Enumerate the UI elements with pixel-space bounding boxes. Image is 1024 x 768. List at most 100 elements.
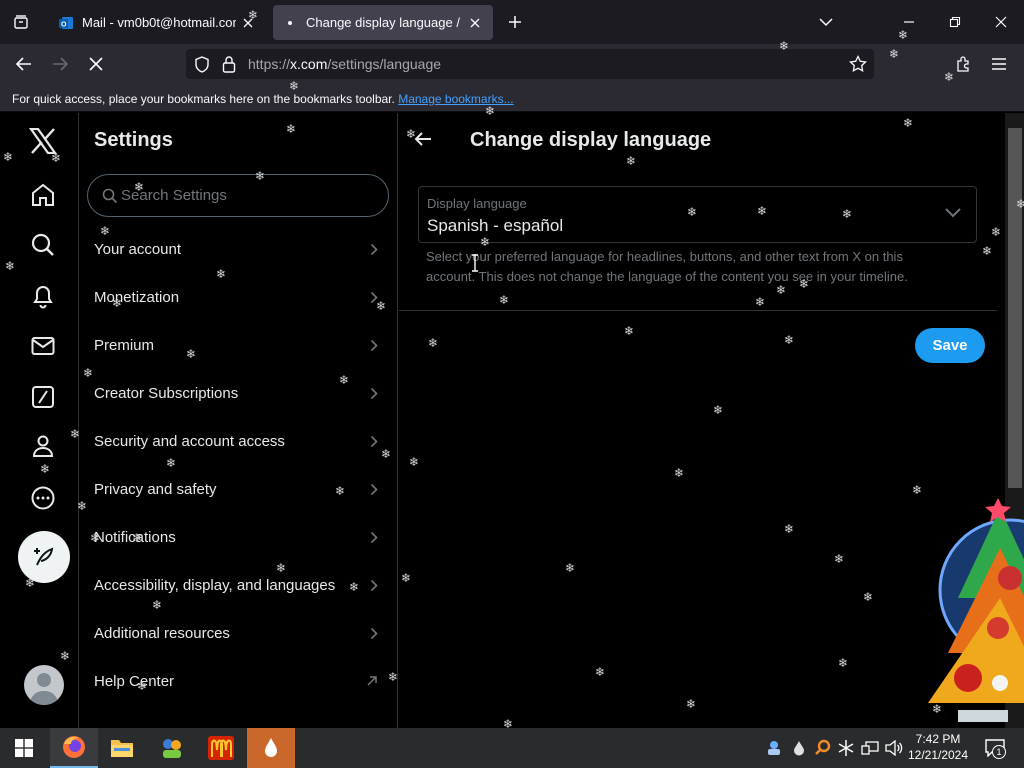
search-icon[interactable] bbox=[26, 228, 60, 262]
chevron-right-icon bbox=[370, 579, 378, 591]
droplet-tray-icon[interactable] bbox=[789, 738, 809, 758]
settings-item-additional-resources[interactable]: Additional resources bbox=[80, 609, 398, 657]
volume-icon[interactable] bbox=[884, 738, 904, 758]
puzzle-icon bbox=[957, 56, 969, 72]
chevron-right-icon bbox=[370, 627, 378, 639]
bell-icon[interactable] bbox=[26, 279, 60, 313]
mail-icon[interactable] bbox=[26, 329, 60, 363]
chevron-down-icon bbox=[945, 208, 961, 218]
close-window-button[interactable] bbox=[978, 0, 1024, 44]
star-icon bbox=[849, 55, 867, 73]
people-app-icon bbox=[163, 739, 181, 758]
settings-item-label: Security and account access bbox=[94, 432, 285, 450]
chevron-right-icon bbox=[370, 339, 378, 351]
taskbar-droplet-app[interactable] bbox=[247, 728, 295, 768]
tab-list-icon bbox=[14, 15, 28, 29]
new-tab-button[interactable] bbox=[503, 10, 527, 34]
display-language-select[interactable]: Display language Spanish - español bbox=[418, 186, 977, 243]
search-tray-icon[interactable] bbox=[813, 738, 833, 758]
settings-title: Settings bbox=[94, 129, 173, 151]
folder-icon bbox=[111, 740, 133, 757]
page-title: Change display language bbox=[470, 129, 712, 151]
settings-item-premium[interactable]: Premium bbox=[80, 321, 398, 369]
manage-bookmarks-link[interactable]: Manage bookmarks... bbox=[398, 92, 513, 106]
settings-item-label: Accessibility, display, and languages bbox=[94, 576, 336, 594]
start-button[interactable] bbox=[0, 728, 48, 768]
x-logo-icon[interactable] bbox=[26, 124, 60, 158]
avatar[interactable] bbox=[24, 665, 64, 705]
chevron-right-icon bbox=[370, 483, 378, 495]
arrow-left-icon bbox=[15, 57, 31, 71]
close-icon bbox=[470, 18, 480, 27]
tray-app-icon[interactable] bbox=[764, 738, 784, 758]
more-icon[interactable] bbox=[26, 481, 60, 515]
taskbar-app-people[interactable] bbox=[148, 728, 196, 768]
tab-overflow-button[interactable] bbox=[803, 0, 849, 44]
extensions-button[interactable] bbox=[955, 55, 973, 73]
bookmark-star-button[interactable] bbox=[849, 55, 867, 73]
search-settings-input[interactable]: Search Settings bbox=[87, 174, 389, 217]
network-icon[interactable] bbox=[860, 738, 880, 758]
settings-item-label: Privacy and safety bbox=[94, 480, 217, 498]
chevron-right-icon bbox=[370, 243, 378, 255]
windows-logo-icon bbox=[15, 739, 33, 757]
stop-button[interactable] bbox=[81, 50, 111, 78]
settings-item-creator-subscriptions[interactable]: Creator Subscriptions bbox=[80, 369, 398, 417]
settings-item-accessibility[interactable]: Accessibility, display, and languages bbox=[80, 561, 398, 609]
taskbar-clock[interactable]: 7:42 PM 12/21/2024 bbox=[905, 731, 971, 763]
lock-icon[interactable] bbox=[222, 55, 236, 73]
outlook-icon: O bbox=[58, 15, 74, 31]
settings-item-privacy[interactable]: Privacy and safety bbox=[80, 465, 398, 513]
forward-button[interactable] bbox=[45, 50, 75, 78]
bookmarks-hint-text: For quick access, place your bookmarks h… bbox=[12, 92, 395, 106]
back-button[interactable] bbox=[9, 50, 39, 78]
settings-item-label: Additional resources bbox=[94, 624, 230, 642]
grok-icon[interactable] bbox=[26, 380, 60, 414]
help-text: Select your preferred language for headl… bbox=[426, 249, 908, 284]
minimize-button[interactable] bbox=[886, 0, 932, 44]
chevron-right-icon bbox=[370, 531, 378, 543]
save-button[interactable]: Save bbox=[915, 328, 985, 363]
settings-item-your-account[interactable]: Your account bbox=[80, 225, 398, 273]
tracking-shield-icon[interactable] bbox=[194, 56, 210, 73]
chevron-right-icon bbox=[370, 435, 378, 447]
firefox-icon bbox=[63, 736, 85, 758]
language-detail-panel: Change display language Display language… bbox=[399, 113, 997, 728]
tab-mail[interactable]: O Mail - vm0b0t@hotmail.com - bbox=[49, 5, 266, 40]
x-primary-nav bbox=[0, 113, 79, 728]
scrollbar-thumb[interactable] bbox=[1008, 128, 1022, 488]
menu-button[interactable] bbox=[991, 56, 1007, 72]
settings-item-label: Monetization bbox=[94, 288, 180, 306]
christmas-tree-decoration bbox=[918, 478, 1024, 728]
arrow-right-icon bbox=[53, 57, 69, 71]
clock-time: 7:42 PM bbox=[915, 732, 961, 746]
settings-item-security[interactable]: Security and account access bbox=[80, 417, 398, 465]
taskbar-firefox[interactable] bbox=[50, 728, 98, 768]
chevron-right-icon bbox=[370, 291, 378, 303]
url-text[interactable]: https://x.com/settings/language bbox=[248, 56, 441, 72]
close-tab-button[interactable] bbox=[236, 11, 260, 35]
clock-date: 12/21/2024 bbox=[907, 748, 969, 762]
settings-item-label: Premium bbox=[94, 336, 155, 354]
close-tab-button[interactable] bbox=[463, 11, 487, 35]
taskbar-mcdonalds[interactable] bbox=[197, 728, 245, 768]
settings-item-notifications[interactable]: Notifications bbox=[80, 513, 398, 561]
profile-icon[interactable] bbox=[26, 429, 60, 463]
taskbar-file-explorer[interactable] bbox=[98, 728, 146, 768]
restore-button[interactable] bbox=[932, 0, 978, 44]
notification-center-button[interactable]: 1 bbox=[982, 738, 1008, 759]
search-placeholder: Search Settings bbox=[121, 187, 227, 204]
home-icon[interactable] bbox=[26, 178, 60, 212]
chevron-right-icon bbox=[370, 387, 378, 399]
snowflake-tray-icon[interactable] bbox=[836, 738, 856, 758]
compose-post-button[interactable] bbox=[18, 531, 70, 583]
settings-item-monetization[interactable]: Monetization bbox=[80, 273, 398, 321]
settings-item-help-center[interactable]: Help Center bbox=[80, 657, 398, 705]
list-all-tabs-button[interactable] bbox=[0, 0, 42, 44]
back-button[interactable] bbox=[413, 129, 433, 149]
tab-change-language[interactable]: Change display language / X bbox=[273, 5, 493, 40]
droplet-icon bbox=[265, 738, 277, 757]
select-value: Spanish - español bbox=[427, 216, 564, 235]
tab-title: Mail - vm0b0t@hotmail.com - bbox=[82, 15, 236, 30]
close-icon bbox=[89, 57, 103, 71]
